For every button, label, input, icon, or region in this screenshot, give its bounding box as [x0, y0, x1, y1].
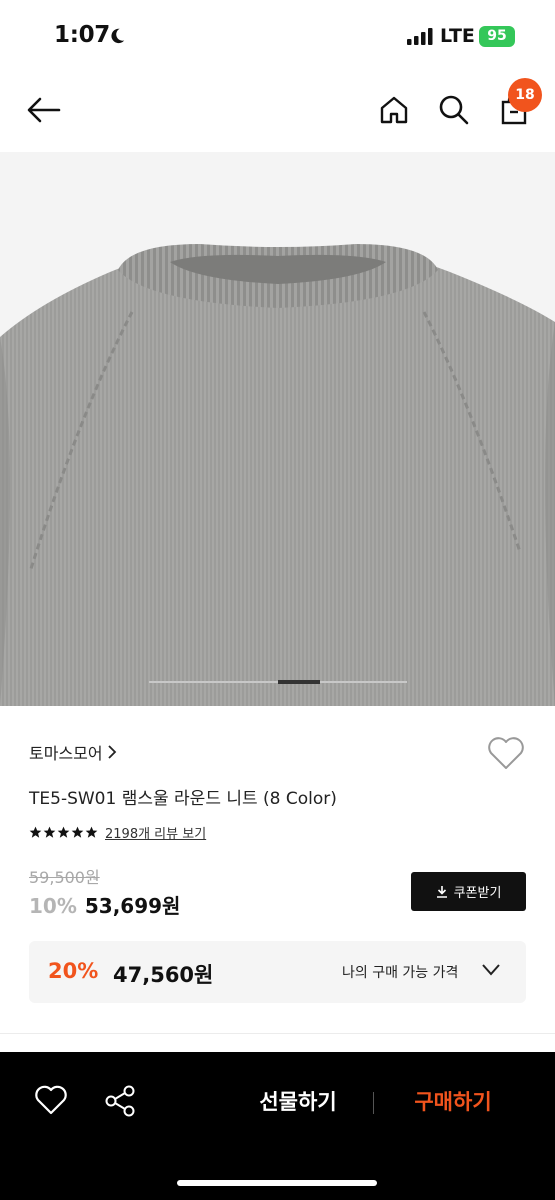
brand-name: 토마스모어 [29, 744, 103, 763]
status-bar: 1:07 LTE 95 [0, 0, 555, 70]
rating-row: 2198개 리뷰 보기 [29, 823, 206, 842]
star-icon [57, 826, 70, 838]
back-button[interactable] [24, 90, 64, 130]
coupon-button[interactable]: 쿠폰받기 [411, 872, 526, 911]
heart-icon[interactable] [34, 1084, 68, 1116]
best-price-label: 나의 구매 가능 가격 [342, 965, 459, 981]
section-divider [0, 1033, 555, 1034]
back-arrow-icon [27, 97, 61, 123]
home-indicator [177, 1180, 377, 1186]
sale-price: 53,699원 [84, 894, 181, 918]
sale-price-row: 10% 53,699원 [29, 890, 180, 919]
cart-count-badge: 18 [508, 78, 542, 112]
review-link[interactable]: 2198개 리뷰 보기 [105, 823, 206, 842]
best-price-box[interactable]: 20% 47,560원 나의 구매 가능 가격 [29, 941, 526, 1003]
discount-rate: 10% [29, 894, 77, 918]
best-discount-rate: 20% [48, 959, 99, 983]
star-icon [85, 826, 98, 838]
gift-button[interactable]: 선물하기 [238, 1086, 358, 1118]
star-icon [29, 826, 42, 838]
wishlist-heart-icon[interactable] [486, 735, 526, 771]
buy-button[interactable]: 구매하기 [393, 1086, 513, 1118]
home-icon [380, 96, 408, 124]
search-button[interactable] [434, 90, 474, 130]
coupon-label: 쿠폰받기 [453, 886, 502, 901]
bottom-action-bar: 선물하기 구매하기 [0, 1052, 555, 1200]
rating-stars [29, 826, 98, 839]
product-image[interactable] [0, 152, 555, 706]
battery-indicator: 95 [479, 26, 515, 47]
image-pager-indicator [278, 680, 320, 684]
chevron-right-icon [107, 745, 116, 759]
chevron-down-icon [482, 964, 500, 976]
best-price: 47,560원 [113, 963, 214, 987]
brand-link[interactable]: 토마스모어 [29, 740, 117, 764]
home-button[interactable] [374, 90, 414, 130]
sweater-image [0, 244, 555, 706]
download-icon [436, 886, 447, 898]
button-separator [373, 1092, 374, 1114]
product-name: TE5-SW01 램스울 라운드 니트 (8 Color) [29, 789, 337, 809]
signal-icon [407, 28, 433, 45]
share-icon[interactable] [103, 1084, 137, 1118]
top-nav: 18 [0, 70, 555, 152]
moon-icon [111, 28, 125, 44]
network-label: LTE [440, 25, 475, 47]
star-icon [71, 826, 84, 838]
status-time: 1:07 [54, 22, 111, 48]
search-icon [439, 95, 469, 125]
original-price: 59,500원 [29, 868, 100, 887]
star-icon [43, 826, 56, 838]
